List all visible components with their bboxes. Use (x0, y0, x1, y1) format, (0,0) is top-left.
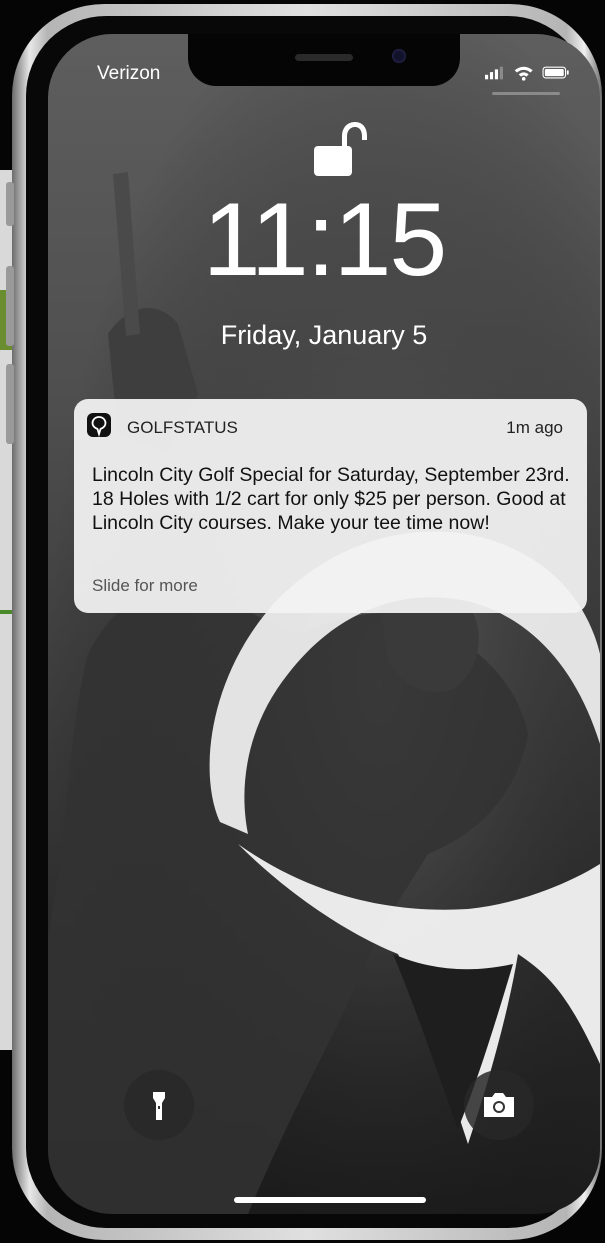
home-indicator[interactable] (234, 1197, 426, 1203)
wifi-icon (514, 66, 533, 81)
carrier-label: Verizon (97, 63, 161, 84)
notification-app-name: GOLFSTATUS (127, 418, 238, 437)
app-icon (87, 413, 111, 438)
unlock-icon (314, 122, 367, 176)
notification-hint: Slide for more (92, 576, 198, 595)
volume-up-button (6, 266, 14, 346)
notification-card[interactable]: GOLFSTATUS 1m ago Lincoln City Golf Spec… (74, 399, 587, 613)
golf-tee-icon (91, 416, 107, 438)
mute-switch (6, 182, 14, 226)
flashlight-button[interactable] (124, 1070, 194, 1140)
battery-icon (542, 66, 569, 79)
status-icons (485, 66, 569, 81)
notch (188, 34, 460, 86)
notification-message: Lincoln City Golf Special for Saturday, … (92, 464, 570, 534)
lock-screen-date: Friday, January 5 (220, 320, 428, 350)
notification-time: 1m ago (506, 418, 563, 437)
lock-screen-time: 11:15 (202, 182, 448, 298)
camera-button[interactable] (464, 1070, 534, 1140)
volume-down-button (6, 364, 14, 444)
control-center-indicator[interactable] (492, 92, 560, 95)
phone-frame: Verizon 11:15 Friday, January 5 GOLFSTAT… (6, 4, 602, 1240)
lock-screen: Verizon 11:15 Friday, January 5 GOLFSTAT… (48, 34, 600, 1214)
earpiece-speaker (295, 54, 353, 61)
flashlight-icon (153, 1092, 165, 1120)
camera-icon (484, 1093, 514, 1117)
front-camera (392, 49, 406, 63)
notification-header: GOLFSTATUS 1m ago (74, 399, 587, 449)
signal-icon (485, 66, 503, 80)
